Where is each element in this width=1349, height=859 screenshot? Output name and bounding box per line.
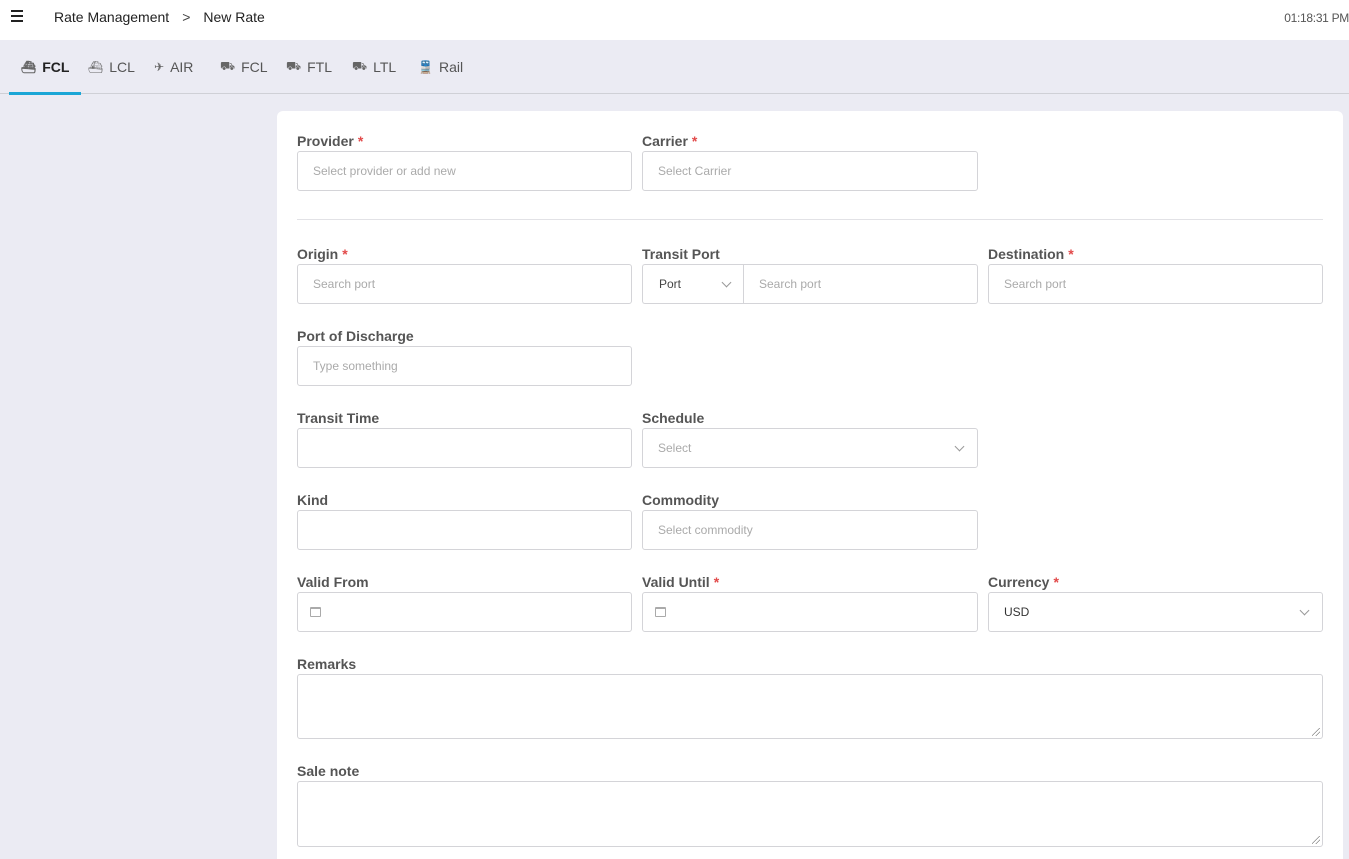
tab-label: AIR — [170, 59, 194, 75]
port-of-discharge-label: Port of Discharge — [297, 328, 414, 344]
transit-port-label: Transit Port — [642, 246, 720, 262]
breadcrumb: Rate Management > New Rate — [54, 9, 265, 25]
mode-tabs: ⛴ FCL ⛴ LCL ✈ AIR ⛟ FCL ⛟ FTL ⛟ LTL 🚆 Ra… — [0, 40, 1349, 95]
truck-icon: ⛟ — [286, 59, 302, 73]
valid-until-datepicker[interactable] — [642, 592, 978, 632]
remarks-textarea[interactable] — [297, 674, 1323, 739]
tab-lcl[interactable]: ⛴ LCL — [88, 40, 135, 94]
required-marker: * — [342, 246, 348, 262]
truck-icon: ⛟ — [352, 59, 368, 73]
tab-label: FTL — [307, 59, 332, 75]
section-divider — [297, 219, 1323, 220]
ship-icon: ⛴ — [21, 60, 37, 74]
provider-label: Provider * — [297, 133, 363, 149]
ship-icon: ⛴ — [88, 60, 104, 74]
currency-value: USD — [1004, 605, 1030, 619]
calendar-icon — [310, 607, 321, 617]
required-marker: * — [357, 133, 364, 149]
tab-label: LTL — [373, 59, 397, 75]
currency-label: Currency * — [988, 574, 1059, 590]
chevron-down-icon — [954, 441, 965, 452]
top-bar: Rate Management > New Rate 01:18:31 PM — [0, 0, 1349, 40]
schedule-label: Schedule — [642, 410, 704, 426]
tab-label: FCL — [241, 59, 268, 75]
breadcrumb-item-new-rate: New Rate — [203, 9, 265, 25]
carrier-label-text: Carrier — [642, 133, 688, 149]
rate-form-card — [277, 111, 1343, 859]
train-icon: 🚆 — [418, 60, 433, 74]
tab-fcl-truck[interactable]: ⛟ FCL — [220, 40, 268, 94]
required-marker: * — [713, 574, 720, 590]
breadcrumb-item-rate-management[interactable]: Rate Management — [54, 9, 169, 25]
sale-note-label-text: Sale note — [297, 763, 360, 779]
commodity-label: Commodity — [642, 492, 719, 508]
destination-label-text: Destination — [988, 246, 1065, 262]
destination-label: Destination * — [988, 246, 1074, 262]
tab-fcl-sea[interactable]: ⛴ FCL — [8, 40, 83, 95]
required-marker: * — [1053, 574, 1059, 590]
transit-port-type-select[interactable]: Port — [642, 264, 744, 304]
transit-port-label-text: Transit Port — [642, 246, 720, 262]
sale-note-label: Sale note — [297, 763, 359, 779]
currency-select[interactable]: USD — [988, 592, 1323, 632]
chevron-down-icon — [721, 277, 732, 288]
remarks-label-text: Remarks — [297, 656, 357, 672]
schedule-label-text: Schedule — [642, 410, 705, 426]
chevron-down-icon — [1299, 605, 1310, 616]
transit-time-label: Transit Time — [297, 410, 379, 426]
destination-input[interactable]: Search port — [988, 264, 1323, 304]
carrier-select[interactable]: Select Carrier — [642, 151, 978, 191]
tab-label: LCL — [109, 59, 135, 75]
transit-time-label-text: Transit Time — [297, 410, 380, 426]
valid-from-datepicker[interactable] — [297, 592, 632, 632]
kind-label-text: Kind — [297, 492, 329, 508]
hamburger-menu-icon[interactable] — [11, 10, 25, 24]
schedule-select[interactable]: Select — [642, 428, 978, 468]
remarks-label: Remarks — [297, 656, 356, 672]
transit-time-input[interactable] — [297, 428, 632, 468]
port-of-discharge-input[interactable]: Type something — [297, 346, 632, 386]
required-marker: * — [691, 133, 698, 149]
resize-handle-icon[interactable] — [1312, 836, 1320, 844]
tab-label: FCL — [42, 59, 70, 75]
carrier-label: Carrier * — [642, 133, 697, 149]
provider-label-text: Provider — [297, 133, 354, 149]
currency-label-text: Currency — [988, 574, 1050, 590]
kind-input[interactable] — [297, 510, 632, 550]
provider-select[interactable]: Select provider or add new — [297, 151, 632, 191]
origin-label: Origin * — [297, 246, 348, 262]
tab-rail[interactable]: 🚆 Rail — [418, 40, 463, 94]
kind-label: Kind — [297, 492, 328, 508]
plane-departure-icon: ✈ — [154, 60, 165, 74]
schedule-placeholder: Select — [658, 441, 692, 455]
breadcrumb-separator: > — [182, 9, 191, 25]
tab-label: Rail — [438, 59, 464, 75]
commodity-select[interactable]: Select commodity — [642, 510, 978, 550]
valid-from-label: Valid From — [297, 574, 369, 590]
tab-ftl[interactable]: ⛟ FTL — [286, 40, 332, 94]
tab-ltl[interactable]: ⛟ LTL — [352, 40, 396, 94]
clock: 01:18:31 PM — [1284, 11, 1349, 25]
valid-from-label-text: Valid From — [297, 574, 369, 590]
tab-air[interactable]: ✈ AIR — [154, 40, 193, 94]
transit-port-input[interactable]: Search port — [743, 264, 978, 304]
sale-note-textarea[interactable] — [297, 781, 1323, 847]
truck-icon: ⛟ — [220, 59, 236, 73]
commodity-label-text: Commodity — [642, 492, 719, 508]
port-of-discharge-label-text: Port of Discharge — [297, 328, 414, 344]
origin-label-text: Origin — [297, 246, 339, 262]
resize-handle-icon[interactable] — [1312, 728, 1320, 736]
valid-until-label: Valid Until * — [642, 574, 719, 590]
required-marker: * — [1068, 246, 1074, 262]
origin-input[interactable]: Search port — [297, 264, 632, 304]
valid-until-label-text: Valid Until — [642, 574, 710, 590]
calendar-icon — [655, 607, 666, 617]
transit-port-type-value: Port — [659, 277, 682, 291]
